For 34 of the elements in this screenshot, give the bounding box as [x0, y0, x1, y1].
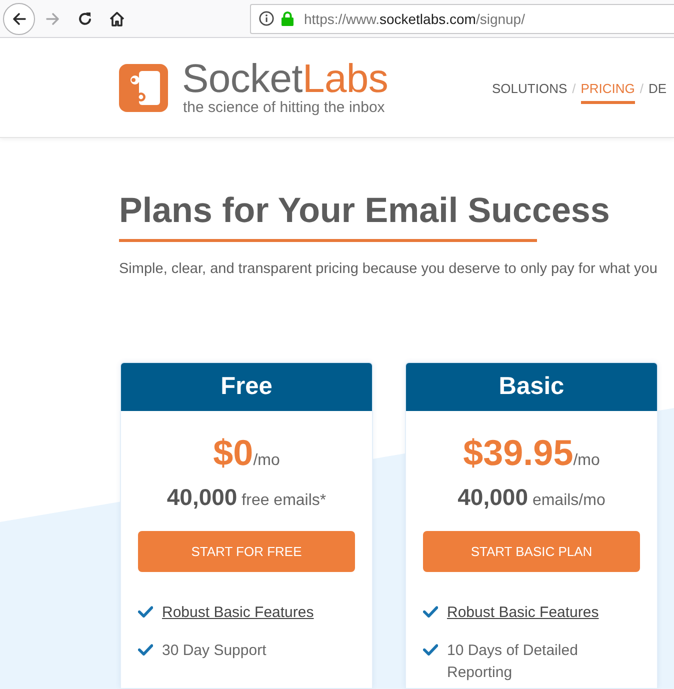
check-icon [423, 644, 438, 656]
nav-link[interactable]: SOLUTIONS [492, 75, 568, 104]
info-icon[interactable] [259, 11, 274, 26]
feature-link[interactable]: Robust Basic Features [447, 602, 599, 624]
price-amount: $39.95 [463, 431, 574, 475]
nav-separator: / [640, 80, 644, 96]
check-icon [423, 606, 438, 618]
url-text: https://www.socketlabs.com/signup/ [304, 10, 525, 26]
check-icon [138, 606, 153, 618]
feature-text: 30 Day Support [162, 641, 268, 661]
price-amount: $0 [213, 431, 254, 475]
plan-header: Basic [406, 363, 657, 411]
nav-separator: / [572, 80, 576, 96]
arrow-right-icon [45, 10, 61, 26]
feature-link[interactable]: Robust Basic Features [162, 602, 314, 624]
lock-icon [281, 11, 294, 26]
price-period: /mo [573, 452, 600, 470]
page-subtitle: Simple, clear, and transparent pricing because you deserve to only pay for what you [119, 260, 658, 278]
email-allowance: 40,000 free emails* [166, 483, 328, 512]
price-period: /mo [253, 452, 280, 470]
brand-tagline: the science of hitting the inbox [183, 99, 386, 116]
address-bar[interactable]: https://www.socketlabs.com/signup/ [250, 4, 674, 34]
reload-icon [77, 10, 93, 26]
plan-header: Free [121, 363, 372, 411]
nav-link[interactable]: DE [648, 75, 667, 104]
home-icon [109, 10, 125, 26]
feature-text: 10 Days of Detailed Reporting [447, 641, 579, 683]
logo-icon[interactable] [119, 64, 168, 112]
brand-name[interactable]: SocketLabs [182, 59, 396, 99]
page-title: Plans for Your Email Success [119, 190, 611, 232]
arrow-left-icon [11, 10, 27, 26]
back-button[interactable] [3, 2, 35, 34]
email-allowance: 40,000 emails/mo [456, 483, 606, 512]
check-icon [138, 644, 153, 656]
